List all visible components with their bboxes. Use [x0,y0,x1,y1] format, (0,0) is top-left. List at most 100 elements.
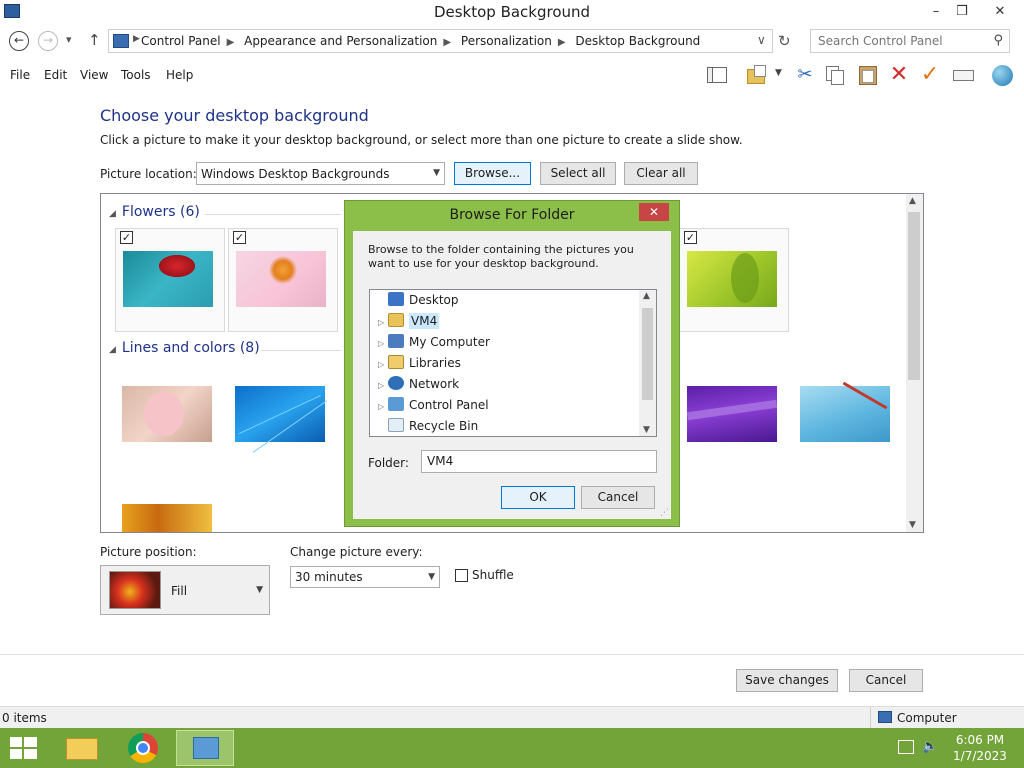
thumb-checkbox[interactable]: ✓ [120,231,133,244]
change-picture-interval-select[interactable]: 30 minutes ▼ [290,566,440,588]
breadcrumb-control-panel[interactable]: Control Panel [141,34,221,48]
check-icon[interactable]: ✓ [918,64,942,86]
thumb-checkbox[interactable]: ✓ [684,231,697,244]
change-picture-label: Change picture every: [290,545,423,559]
wallpaper-thumb-purple-waves[interactable] [686,386,778,442]
wallpaper-thumb-red-flower[interactable]: ✓ [115,228,225,332]
scroll-up-icon[interactable]: ▲ [643,291,650,301]
search-input[interactable] [818,34,988,48]
wallpaper-thumb-green-leaf[interactable]: ✓ [679,228,789,332]
address-dropdown-button[interactable]: ∨ [757,33,766,47]
search-icon[interactable]: ⚲ [993,33,1003,48]
copy-icon[interactable] [823,64,847,86]
dialog-ok-button[interactable]: OK [501,486,575,509]
start-button[interactable] [10,737,38,759]
browse-for-folder-dialog: Browse For Folder ✕ Browse to the folder… [344,200,680,527]
picture-location-label: Picture location: [100,167,197,181]
scroll-up-icon[interactable]: ▲ [909,196,916,206]
group-title-lines-colors: Lines and colors (8) [121,340,260,356]
menu-edit[interactable]: Edit [44,68,67,82]
folder-input-value: VM4 [427,454,454,468]
cancel-button[interactable]: Cancel [849,669,923,692]
desktop-icon [388,292,404,306]
properties-icon[interactable] [745,64,769,86]
group-header-flowers[interactable]: ◢ Flowers (6) [109,204,200,220]
search-box[interactable]: ⚲ [810,29,1010,53]
volume-tray-icon[interactable]: 🔈 [922,739,938,754]
chrome-taskbar-button[interactable] [116,730,172,766]
tree-item-libraries[interactable]: ▷ Libraries [378,353,461,373]
scroll-down-icon[interactable]: ▼ [909,520,916,530]
menu-tools[interactable]: Tools [121,68,151,82]
breadcrumb: Control Panel ▶ Appearance and Personaliz… [141,34,706,48]
wallpaper-thumb-blue-lines[interactable] [235,386,328,453]
select-all-button[interactable]: Select all [540,162,616,185]
chevron-down-icon: ▼ [428,572,435,582]
expand-triangle-icon[interactable]: ▷ [378,355,388,375]
globe-icon[interactable] [990,64,1014,86]
close-button[interactable]: ✕ [984,2,1016,22]
group-header-lines-colors[interactable]: ◢ Lines and colors (8) [109,340,260,356]
forward-button[interactable]: → [38,31,58,51]
tree-item-control-panel[interactable]: ▷ Control Panel [378,395,489,415]
wallpaper-thumb-light-blue-lines[interactable] [800,381,890,442]
wallpaper-thumb-cartoon-pig[interactable] [122,386,212,442]
menu-file[interactable]: File [10,68,30,82]
breadcrumb-desktop-background[interactable]: Desktop Background [575,34,700,48]
libraries-icon [388,355,404,369]
wallpaper-thumb-orange-stripes[interactable] [122,504,212,532]
tree-scrollbar[interactable]: ▲ ▼ [639,290,656,436]
breadcrumb-appearance[interactable]: Appearance and Personalization [244,34,437,48]
address-bar[interactable]: ▶ Control Panel ▶ Appearance and Personal… [108,29,773,53]
browse-button[interactable]: Browse... [454,162,531,185]
wallpaper-thumb-orange-flower[interactable]: ✓ [228,228,338,332]
dialog-close-button[interactable]: ✕ [639,203,669,221]
checkbox-box[interactable] [455,569,468,582]
tree-item-recycle-bin[interactable]: Recycle Bin [378,416,478,436]
green-leaf-image [687,251,777,307]
tree-item-network[interactable]: ▷ Network [378,374,459,394]
clear-all-button[interactable]: Clear all [624,162,698,185]
recent-locations-button[interactable]: ▾ [66,33,72,46]
expand-triangle-icon[interactable]: ▷ [378,397,388,417]
chevron-down-icon: ▼ [256,585,263,595]
tree-item-vm4[interactable]: ▷ VM4 [378,311,440,333]
scrollbar-thumb[interactable] [908,212,920,380]
clock[interactable]: 6:06 PM 1/7/2023 [950,732,1010,764]
computer-icon [878,711,892,723]
layout-icon[interactable] [705,64,729,86]
dialog-cancel-button[interactable]: Cancel [581,486,655,509]
tree-item-my-computer[interactable]: ▷ My Computer [378,332,490,352]
back-button[interactable]: ← [9,31,29,51]
clock-date: 1/7/2023 [953,749,1007,763]
picture-location-select[interactable]: Windows Desktop Backgrounds ▼ [196,162,445,185]
menu-help[interactable]: Help [166,68,193,82]
up-button[interactable]: ↑ [88,31,101,49]
delete-icon[interactable]: ✕ [887,64,911,86]
network-tray-icon[interactable] [898,740,914,754]
tree-item-desktop[interactable]: Desktop [378,290,459,310]
paste-icon[interactable] [856,64,880,86]
expand-triangle-icon[interactable]: ▷ [378,313,388,333]
views-dropdown-icon[interactable]: ▼ [775,68,782,78]
expand-triangle-icon[interactable]: ▷ [378,334,388,354]
scroll-down-icon[interactable]: ▼ [643,425,650,435]
folder-input[interactable]: VM4 [421,450,657,473]
maximize-button[interactable]: ❒ [948,2,976,22]
scrollbar-thumb[interactable] [642,308,653,400]
folder-tree[interactable]: Desktop ▷ VM4 ▷ My Computer ▷ Libraries ▷ Ne… [369,289,657,437]
minimize-button[interactable]: – [922,2,950,22]
save-changes-button[interactable]: Save changes [736,669,838,692]
control-panel-taskbar-button[interactable] [176,730,234,766]
gallery-scrollbar[interactable]: ▲ ▼ [906,194,923,532]
thumb-checkbox[interactable]: ✓ [233,231,246,244]
refresh-button[interactable]: ↻ [778,32,791,50]
resize-grip-icon[interactable]: ⋰ [660,508,669,518]
picture-position-select[interactable]: Fill ▼ [100,565,270,615]
expand-triangle-icon[interactable]: ▷ [378,376,388,396]
file-explorer-taskbar-button[interactable] [54,730,110,766]
breadcrumb-personalization[interactable]: Personalization [461,34,552,48]
cut-icon[interactable]: ✂ [793,64,817,86]
rename-icon[interactable] [951,64,975,86]
menu-view[interactable]: View [80,68,108,82]
